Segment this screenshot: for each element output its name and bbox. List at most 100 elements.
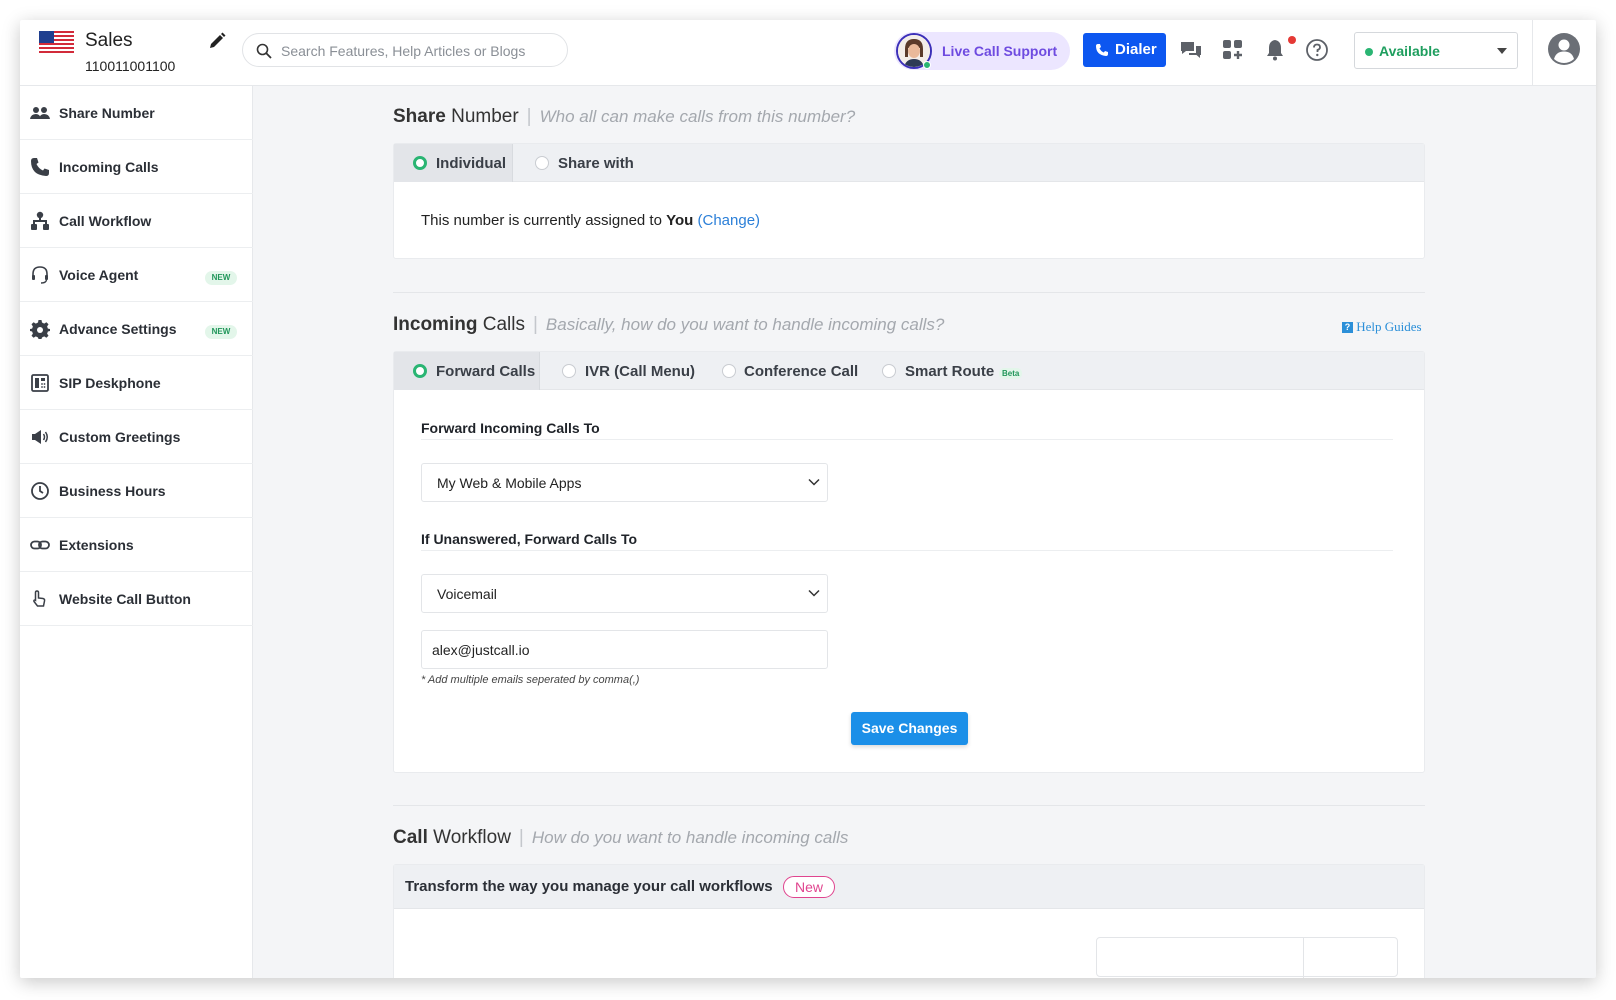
clock-icon — [31, 482, 49, 500]
notification-dot — [1288, 36, 1296, 44]
sidebar-item-advance-settings[interactable]: Advance Settings NEW — [20, 302, 253, 356]
chevron-down-icon — [808, 478, 820, 486]
search-input[interactable] — [281, 40, 561, 62]
question-square-icon: ? — [1342, 322, 1353, 333]
apps-grid-icon[interactable] — [1221, 38, 1245, 62]
new-badge: New — [783, 876, 836, 898]
radio-unselected[interactable] — [882, 364, 896, 378]
chat-icon[interactable] — [1179, 38, 1203, 62]
help-guides-link[interactable]: ? Help Guides — [1342, 319, 1422, 335]
availability-label: Available — [1379, 43, 1440, 59]
us-flag-icon — [39, 31, 74, 55]
tab-individual[interactable]: Individual — [394, 144, 513, 182]
sidebar-item-incoming-calls[interactable]: Incoming Calls — [20, 140, 253, 194]
headset-icon — [32, 266, 48, 284]
sidebar-item-label: Incoming Calls — [59, 159, 159, 175]
sidebar-item-label: Business Hours — [59, 483, 166, 499]
sidebar-item-label: Website Call Button — [59, 591, 191, 607]
sidebar-item-sip-deskphone[interactable]: SIP Deskphone — [20, 356, 253, 410]
new-badge: NEW — [205, 325, 237, 339]
sidebar-item-label: Voice Agent — [59, 267, 139, 283]
pointer-hand-icon — [33, 590, 46, 607]
workflow-banner: Transform the way you manage your call w… — [394, 865, 1424, 909]
available-status-dot — [1365, 48, 1373, 56]
workflow-banner-text: Transform the way you manage your call w… — [405, 878, 773, 895]
chevron-down-icon — [808, 589, 820, 597]
incoming-options-tabs: Forward Calls IVR (Call Menu) Conference… — [394, 352, 1424, 390]
beta-badge: Beta — [999, 368, 1023, 379]
call-workflow-heading: Call Workflow | How do you want to handle … — [393, 827, 849, 848]
share-number-heading: Share Number | Who all can make calls from… — [393, 106, 856, 127]
search-bar[interactable] — [242, 33, 568, 67]
label-underline — [421, 439, 1393, 440]
share-number-card: Individual Share with This number is cur… — [393, 143, 1425, 259]
voicemail-email-value: alex@justcall.io — [432, 642, 530, 658]
radio-unselected[interactable] — [722, 364, 736, 378]
help-icon[interactable] — [1305, 38, 1329, 62]
radio-selected[interactable] — [413, 364, 427, 378]
online-indicator — [923, 61, 931, 69]
sidebar-item-label: Advance Settings — [59, 321, 177, 337]
availability-dropdown[interactable]: Available — [1354, 32, 1518, 69]
user-profile-icon[interactable] — [1547, 32, 1581, 66]
dialer-button[interactable]: Dialer — [1083, 33, 1166, 67]
app-window: Sales 110011001100 Live Cal — [20, 20, 1596, 978]
tab-ivr-call-menu[interactable]: IVR (Call Menu) — [540, 352, 700, 390]
users-icon — [30, 107, 50, 119]
sidebar-item-share-number[interactable]: Share Number — [20, 86, 253, 140]
tab-forward-calls[interactable]: Forward Calls — [394, 352, 540, 390]
sidebar-item-custom-greetings[interactable]: Custom Greetings — [20, 410, 253, 464]
sidebar-item-label: Custom Greetings — [59, 429, 181, 445]
sidebar-item-label: Share Number — [59, 105, 155, 121]
forward-calls-select[interactable]: My Web & Mobile Apps — [421, 463, 828, 502]
radio-unselected[interactable] — [535, 156, 549, 170]
pencil-icon[interactable] — [208, 32, 226, 50]
sidebar-item-label: Call Workflow — [59, 213, 152, 229]
label-underline — [421, 550, 1393, 551]
radio-unselected[interactable] — [562, 364, 576, 378]
voicemail-email-field[interactable]: alex@justcall.io — [421, 630, 828, 669]
tab-share-with[interactable]: Share with — [513, 144, 673, 182]
megaphone-icon — [32, 430, 48, 444]
incoming-calls-card: Forward Calls IVR (Call Menu) Conference… — [393, 351, 1425, 773]
assignment-text: This number is currently assigned to You… — [421, 212, 761, 229]
top-bar: Sales 110011001100 Live Cal — [20, 20, 1596, 86]
phone-icon — [31, 158, 49, 176]
link-icon — [30, 540, 50, 550]
call-workflow-card: Transform the way you manage your call w… — [393, 864, 1425, 978]
account-name: Sales — [85, 30, 133, 51]
workflow-icon — [31, 211, 49, 230]
new-badge: NEW — [205, 271, 237, 285]
workflow-preview-widget — [1096, 937, 1398, 978]
sidebar-item-extensions[interactable]: Extensions — [20, 518, 253, 572]
change-link[interactable]: (Change) — [698, 212, 761, 229]
profile-divider — [1532, 20, 1533, 86]
radio-selected[interactable] — [413, 156, 427, 170]
live-call-support-button[interactable]: Live Call Support — [894, 32, 1070, 70]
phone-icon — [1096, 44, 1108, 56]
account-number: 110011001100 — [85, 58, 176, 74]
unanswered-forward-value: Voicemail — [437, 586, 497, 602]
tab-conference-call[interactable]: Conference Call — [700, 352, 860, 390]
main-content: Share Number | Who all can make calls from… — [253, 86, 1596, 978]
live-call-support-label: Live Call Support — [942, 43, 1058, 59]
dialer-label: Dialer — [1115, 41, 1157, 58]
sidebar-item-voice-agent[interactable]: Voice Agent NEW — [20, 248, 253, 302]
search-icon — [256, 43, 272, 59]
unanswered-forward-select[interactable]: Voicemail — [421, 574, 828, 613]
sidebar-item-call-workflow[interactable]: Call Workflow — [20, 194, 253, 248]
unanswered-label: If Unanswered, Forward Calls To — [421, 531, 638, 547]
forward-calls-label: Forward Incoming Calls To — [421, 420, 600, 436]
sidebar-item-business-hours[interactable]: Business Hours — [20, 464, 253, 518]
sidebar: Share Number Incoming Calls Call Workflo… — [20, 86, 253, 978]
save-changes-button[interactable]: Save Changes — [851, 712, 968, 745]
sidebar-item-label: Extensions — [59, 537, 134, 553]
deskphone-icon — [31, 374, 49, 392]
forward-calls-value: My Web & Mobile Apps — [437, 475, 582, 491]
bell-icon[interactable] — [1263, 38, 1287, 62]
incoming-calls-heading: Incoming Calls | Basically, how do you wan… — [393, 314, 945, 335]
sidebar-item-website-call-button[interactable]: Website Call Button — [20, 572, 253, 626]
share-options-tabs: Individual Share with — [394, 144, 1424, 182]
tab-smart-route[interactable]: Smart Route Beta — [860, 352, 1040, 390]
gear-icon — [30, 320, 50, 339]
